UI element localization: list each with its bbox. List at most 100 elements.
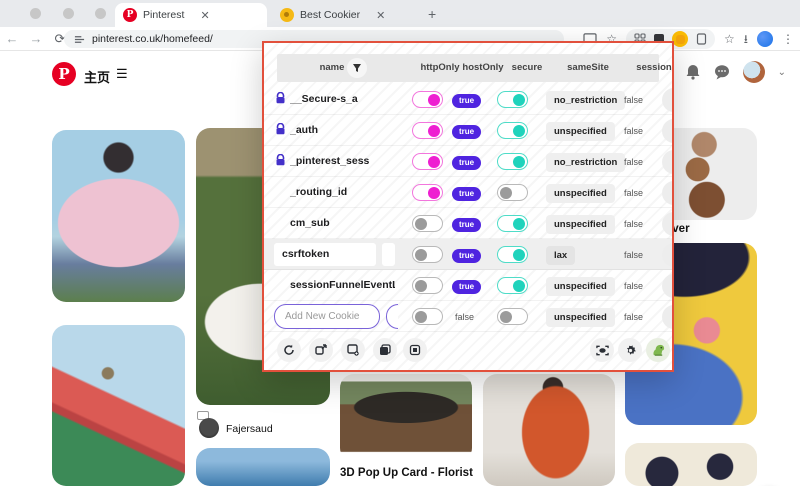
secure-toggle[interactable] [497, 184, 528, 201]
samesite-value[interactable]: unspecified [546, 277, 615, 296]
secure-toggle[interactable] [497, 122, 528, 139]
secure-toggle[interactable] [497, 308, 528, 325]
cookie-name[interactable]: __Secure-s_a [290, 93, 358, 105]
row-action-button[interactable] [662, 181, 672, 205]
tab-close-icon[interactable]: ✕ [200, 9, 209, 22]
filter-button[interactable] [347, 58, 367, 78]
site-settings-icon[interactable] [74, 34, 85, 45]
cookie-row[interactable]: _pinterest_sess true no_restriction false [264, 146, 672, 177]
chrome-profile-avatar[interactable] [757, 31, 773, 47]
row-action-button[interactable] [662, 243, 672, 267]
pin-watermelon-illustration[interactable] [52, 325, 185, 486]
secure-toggle[interactable] [497, 277, 528, 294]
dino-mascot-button[interactable] [646, 338, 670, 362]
row-action-button[interactable] [662, 150, 672, 174]
cookie-name[interactable]: _auth [290, 124, 318, 136]
nav-home[interactable]: 主页 [84, 67, 110, 86]
back-icon[interactable]: ← [0, 31, 24, 46]
httponly-toggle[interactable] [412, 308, 443, 325]
session-value: false [624, 281, 644, 291]
pin-orange-outfit-photo[interactable] [483, 374, 615, 486]
cookie-name[interactable]: _routing_id [290, 186, 347, 198]
forward-icon[interactable]: → [24, 31, 48, 46]
cookie-row[interactable]: _routing_id true unspecified false [264, 177, 672, 208]
secure-toggle[interactable] [497, 215, 528, 232]
refresh-button[interactable] [277, 338, 301, 362]
pin-florist-card[interactable] [340, 374, 472, 462]
tab-best-cookier[interactable]: Best Cookier ✕ [272, 3, 420, 27]
delete-button[interactable] [403, 338, 427, 362]
session-value: false [624, 95, 644, 105]
httponly-toggle[interactable] [412, 122, 443, 139]
secure-toggle[interactable] [497, 246, 528, 263]
samesite-value[interactable]: unspecified [546, 215, 615, 234]
httponly-toggle[interactable] [412, 153, 443, 170]
samesite-value[interactable]: no_restriction [546, 91, 626, 110]
pin-author-avatar[interactable] [199, 418, 219, 438]
col-secure: secure [511, 62, 543, 73]
tab-close-icon[interactable]: ✕ [376, 9, 385, 22]
secure-toggle[interactable] [497, 91, 528, 108]
secure-toggle[interactable] [497, 153, 528, 170]
notifications-bell-icon[interactable] [685, 64, 701, 80]
cookie-row[interactable]: csrftoken true lax false [264, 239, 672, 270]
samesite-value[interactable]: unspecified [546, 122, 615, 141]
page-extension-icon[interactable] [696, 33, 707, 45]
cookie-row[interactable]: Add New Cookie false unspecified false [264, 301, 672, 332]
row-action-button[interactable] [662, 305, 672, 329]
col-name: name [319, 62, 345, 73]
httponly-toggle[interactable] [412, 215, 443, 232]
export-button[interactable] [309, 338, 333, 362]
window-zoom-button[interactable] [95, 8, 106, 19]
pin-ocean-photo[interactable] [196, 448, 330, 486]
tab-pinterest[interactable]: P Pinterest ✕ [115, 3, 267, 27]
window-close-button[interactable] [30, 8, 41, 19]
cookie-row[interactable]: cm_sub true unspecified false [264, 208, 672, 239]
pin-kids-illustration[interactable] [625, 443, 757, 486]
cookie-name[interactable]: csrftoken [274, 243, 376, 266]
pinterest-logo[interactable]: P [52, 62, 76, 86]
add-cookie-value-input[interactable] [386, 304, 398, 329]
copy-button[interactable] [373, 338, 397, 362]
side-panel-star-icon[interactable]: ☆ [724, 33, 735, 45]
samesite-value[interactable]: lax [546, 246, 576, 265]
cookie-value-input[interactable] [382, 243, 395, 266]
row-action-button[interactable] [662, 274, 672, 298]
httponly-toggle[interactable] [412, 246, 443, 263]
cookie-row[interactable]: __Secure-s_a true no_restriction false [264, 84, 672, 115]
pin-author-name[interactable]: Fajersaud [226, 423, 273, 435]
new-tab-button[interactable]: + [428, 6, 436, 22]
download-icon[interactable]: ⭳ [744, 33, 748, 45]
samesite-value[interactable]: no_restriction [546, 153, 626, 172]
row-action-button[interactable] [662, 212, 672, 236]
chevron-down-icon[interactable]: ⌄ [778, 67, 786, 78]
httponly-toggle[interactable] [412, 184, 443, 201]
pinterest-user-avatar[interactable] [742, 61, 765, 83]
httponly-toggle[interactable] [412, 277, 443, 294]
window-minimize-button[interactable] [63, 8, 74, 19]
samesite-value[interactable]: unspecified [546, 184, 615, 203]
cookie-name[interactable]: _pinterest_sess [290, 155, 369, 167]
cookie-name[interactable]: sessionFunnelEventLo [290, 279, 395, 291]
httponly-toggle[interactable] [412, 91, 443, 108]
refresh-icon [284, 344, 294, 355]
cookie-extension-active-icon[interactable] [672, 31, 689, 47]
row-action-button[interactable] [662, 88, 672, 112]
row-action-button[interactable] [662, 119, 672, 143]
session-value: false [624, 126, 644, 136]
messages-chat-icon[interactable] [714, 64, 730, 80]
settings-button[interactable] [618, 338, 642, 362]
samesite-value[interactable]: unspecified [546, 308, 615, 327]
add-cookie-input[interactable]: Add New Cookie [274, 304, 380, 329]
cookie-row[interactable]: sessionFunnelEventLo true unspecified false [264, 270, 672, 301]
cookie-row[interactable]: _auth true unspecified false [264, 115, 672, 146]
cookie-name[interactable]: cm_sub [290, 217, 330, 229]
menu-burger-icon[interactable]: ☰ [116, 66, 128, 82]
cookie-editor-popup: name httpOnly hostOnly secure sameSite s… [262, 41, 674, 372]
pin-flower-dress-illustration[interactable] [52, 130, 185, 302]
chrome-menu-icon[interactable]: ⋮ [782, 33, 794, 45]
pin-title-florist[interactable]: 3D Pop Up Card - Florist [340, 467, 473, 479]
hostonly-badge: true [452, 156, 482, 170]
import-button[interactable] [341, 338, 365, 362]
fullscreen-button[interactable] [590, 338, 614, 362]
